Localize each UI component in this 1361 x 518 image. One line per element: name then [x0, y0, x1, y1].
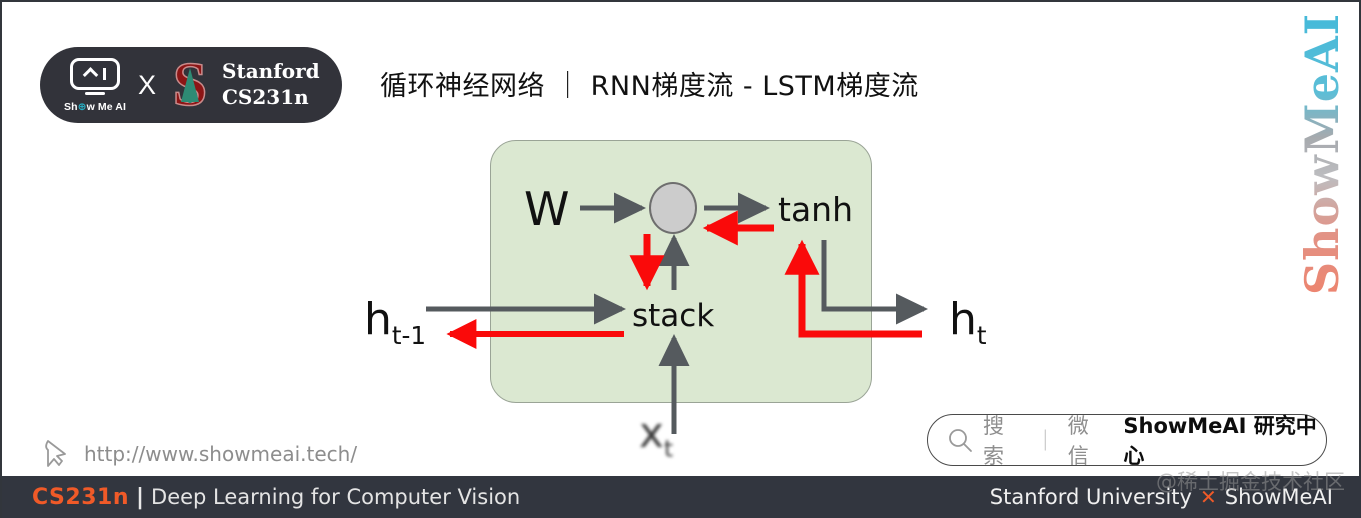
footer-pipe: |: [135, 484, 145, 510]
bar-icon: [102, 67, 106, 80]
weight-label: W: [524, 182, 570, 236]
stanford-line-2: CS231n: [222, 85, 309, 109]
search-account: ShowMeAI 研究中心: [1123, 414, 1317, 468]
search-separator: ｜: [1034, 430, 1056, 453]
footer-course-info: CS231n | Deep Learning for Computer Visi…: [32, 485, 520, 510]
vertical-brand-wordmark: ShowMeAI: [1293, 13, 1351, 295]
showmeai-logo: Sh⊕w Me AI: [58, 57, 132, 113]
input-base: x: [639, 408, 664, 457]
input-subscript: t: [663, 434, 674, 463]
footer-course-code: CS231n: [32, 484, 129, 510]
tanh-label: tanh: [778, 190, 853, 229]
stanford-tree-logo: S: [168, 53, 212, 117]
badge-x-separator: X: [138, 69, 157, 100]
hidden-curr-label: ht: [949, 294, 987, 350]
hidden-curr-subscript: t: [976, 320, 987, 350]
footer-brand: ShowMeAI: [1224, 485, 1333, 509]
hidden-prev-subscript: t-1: [391, 320, 427, 350]
showmeai-monitor-icon: [70, 57, 120, 90]
footer-x-icon: ✕: [1199, 485, 1217, 509]
hidden-prev-label: ht-1: [364, 294, 426, 350]
showmeai-dot-icon: ⊕: [77, 100, 87, 113]
tree-trunk-icon: [188, 91, 192, 104]
rnn-cell-box: [490, 140, 872, 403]
site-link[interactable]: http://www.showmeai.tech/: [44, 439, 357, 469]
search-placeholder: 搜索: [983, 414, 1004, 468]
footer-university: Stanford University: [989, 485, 1192, 509]
page-title: 循环神经网络 ｜ RNN梯度流 - LSTM梯度流: [380, 71, 919, 102]
search-channel: 微信: [1067, 414, 1089, 468]
vertical-brand-text: ShowMeAI: [1295, 12, 1349, 296]
matmul-node-icon: [649, 182, 697, 234]
showmeai-logo-label: Sh⊕w Me AI: [64, 100, 126, 113]
input-label: xt: [639, 408, 673, 462]
hidden-curr-base: h: [949, 294, 977, 345]
footer-partners: Stanford University ✕ ShowMeAI: [990, 485, 1333, 509]
cursor-pointer-icon: [45, 440, 66, 467]
stanford-course-label: Stanford CS231n: [222, 59, 320, 110]
stack-label: stack: [632, 298, 715, 334]
slide-page: Sh⊕w Me AI X S Stanford CS231n 循环神经网络 ｜ …: [0, 0, 1361, 518]
caret-up-icon: [82, 67, 98, 83]
hidden-prev-base: h: [364, 294, 392, 345]
search-icon: [949, 428, 972, 452]
stanford-line-1: Stanford: [222, 59, 320, 84]
wechat-search-pill[interactable]: 搜索 ｜ 微信 ShowMeAI 研究中心: [927, 414, 1327, 468]
site-url-text: http://www.showmeai.tech/: [84, 442, 358, 466]
footer-bar: CS231n | Deep Learning for Computer Visi…: [2, 476, 1361, 518]
footer-course-name: Deep Learning for Computer Vision: [151, 484, 521, 509]
brand-badge: Sh⊕w Me AI X S Stanford CS231n: [40, 47, 342, 123]
